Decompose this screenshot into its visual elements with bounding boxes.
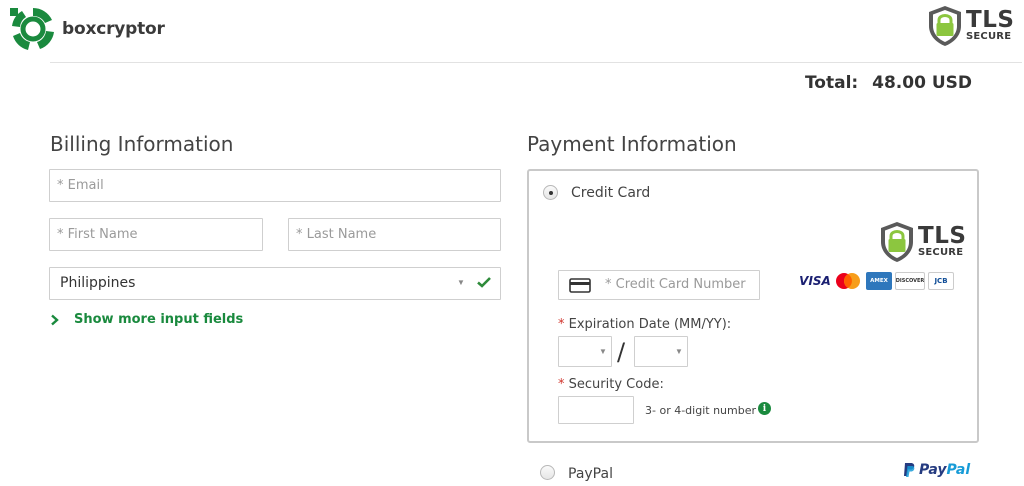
total-amount: 48.00 USD (872, 73, 972, 93)
total-label: Total: (804, 73, 859, 93)
accepted-cards: VISA AMEX DISCOVER JCB (799, 272, 954, 290)
paypal-text-pal: Pal (946, 462, 971, 478)
mastercard-icon (836, 273, 860, 289)
tls-text: TLS (918, 223, 967, 250)
required-mark: * (558, 377, 565, 392)
visa-logo: VISA (799, 274, 831, 288)
country-select[interactable]: Philippines ▼ (49, 267, 501, 300)
secure-text: SECURE (966, 31, 1012, 43)
jcb-logo: JCB (928, 272, 954, 290)
shield-lock-icon (929, 6, 961, 46)
security-code-label-text: Security Code: (568, 377, 664, 392)
credit-card-label[interactable]: Credit Card (571, 185, 650, 201)
shield-lock-icon (881, 222, 913, 262)
boxcryptor-logo[interactable]: boxcryptor (8, 4, 165, 54)
payment-title: Payment Information (527, 132, 737, 156)
checkmark-icon (477, 277, 491, 288)
billing-title: Billing Information (50, 132, 234, 156)
paypal-radio[interactable] (540, 465, 555, 480)
brand-name: boxcryptor (62, 19, 165, 39)
order-total: Total: 48.00 USD (805, 73, 972, 93)
last-name-placeholder: * Last Name (296, 227, 377, 242)
expiration-label: * Expiration Date (MM/YY): (558, 317, 731, 332)
expiration-label-text: Expiration Date (MM/YY): (568, 317, 732, 332)
email-placeholder: * Email (57, 178, 104, 193)
credit-card-radio[interactable] (543, 185, 558, 200)
boxcryptor-logo-icon (10, 7, 54, 50)
first-name-field[interactable]: * First Name (49, 218, 263, 251)
chevron-right-icon (51, 314, 59, 325)
chevron-down-icon: ▼ (675, 347, 683, 356)
tls-text: TLS (966, 7, 1015, 34)
tls-secure-badge-panel: TLS SECURE (879, 220, 966, 264)
required-mark: * (558, 317, 565, 332)
header-divider (50, 62, 1022, 63)
chevron-down-icon: ▼ (457, 278, 465, 287)
security-code-field[interactable] (558, 396, 634, 424)
secure-text: SECURE (918, 247, 964, 259)
discover-logo: DISCOVER (895, 272, 925, 290)
security-code-hint: 3- or 4-digit number (645, 404, 756, 417)
country-value: Philippines (60, 275, 136, 291)
card-number-placeholder: * Credit Card Number (605, 277, 746, 292)
radio-selected-dot (549, 191, 553, 195)
card-number-field[interactable]: * Credit Card Number (558, 270, 760, 300)
info-icon[interactable]: i (758, 402, 771, 415)
email-field[interactable]: * Email (49, 169, 501, 202)
first-name-placeholder: * First Name (57, 227, 138, 242)
chevron-down-icon: ▼ (599, 347, 607, 356)
last-name-field[interactable]: * Last Name (288, 218, 501, 251)
tls-secure-badge: TLS SECURE (927, 4, 1014, 48)
date-separator: / (617, 338, 626, 366)
expiration-month-select[interactable]: ▼ (558, 336, 612, 367)
expiration-year-select[interactable]: ▼ (634, 336, 688, 367)
show-more-fields-link[interactable]: Show more input fields (50, 312, 243, 327)
amex-logo: AMEX (866, 272, 892, 290)
security-code-label: * Security Code: (558, 377, 664, 392)
paypal-logo: Pay Pal (902, 462, 970, 478)
paypal-icon (904, 463, 915, 477)
paypal-text-pay: Pay (919, 462, 947, 478)
paypal-label[interactable]: PayPal (568, 466, 613, 482)
credit-card-icon (569, 278, 591, 293)
show-more-label: Show more input fields (74, 312, 244, 327)
